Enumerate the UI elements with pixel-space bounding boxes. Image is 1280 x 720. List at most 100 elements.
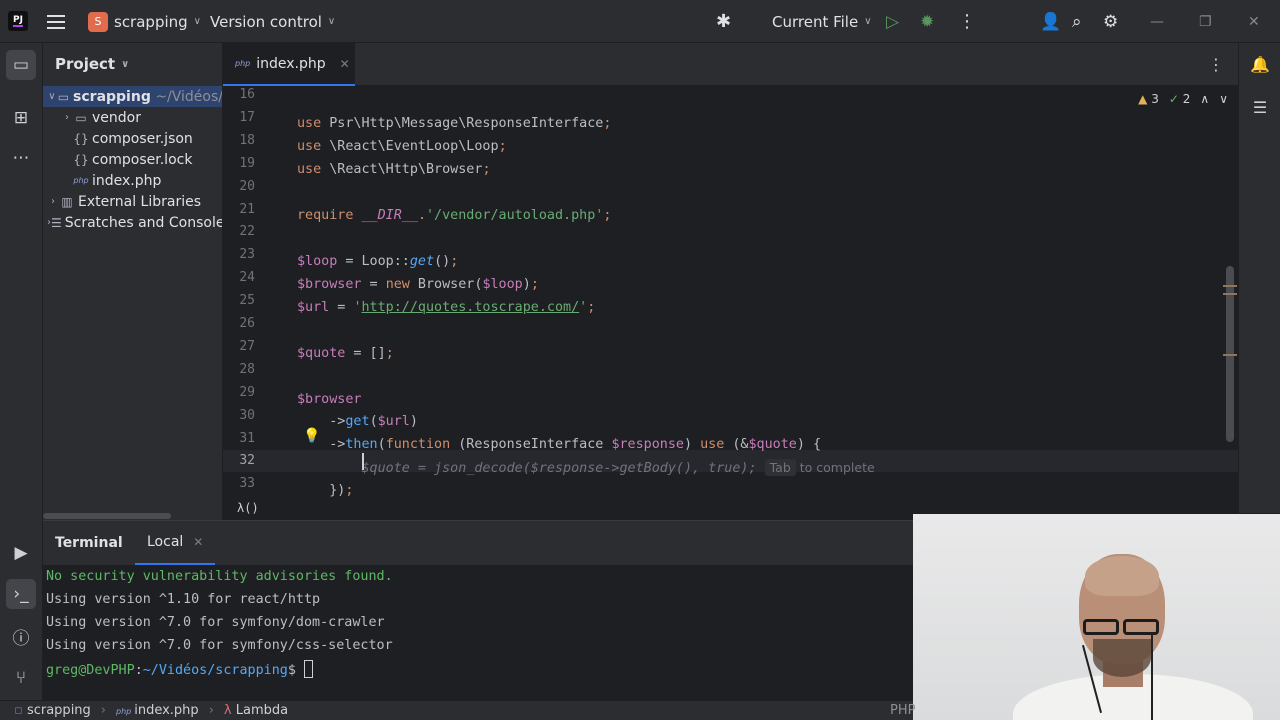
breadcrumb[interactable]: λ(): [237, 501, 259, 515]
line-number: 19: [239, 155, 255, 171]
maximize-icon[interactable]: ❐: [1199, 0, 1212, 43]
tree-item-external-libraries[interactable]: › ▥ External Libraries: [43, 191, 222, 212]
line-number: 31: [239, 430, 255, 446]
terminal-line: Using version ^7.0 for symfony/css-selec…: [46, 638, 393, 653]
completion-hint-text: to complete: [799, 460, 875, 475]
code-line: $loop = Loop::get();: [297, 254, 459, 269]
line-number: 22: [239, 224, 255, 240]
scratches-icon: ☰: [51, 215, 62, 230]
chevron-down-icon[interactable]: ∨: [1219, 92, 1228, 106]
tree-item-label: vendor: [92, 109, 141, 126]
project-panel-title: Project: [55, 55, 116, 73]
inspection-widget[interactable]: ▲ 3 ✓ 2 ∧ ∨: [1138, 92, 1228, 106]
chevron-down-icon: ∨: [193, 16, 201, 27]
code-line: use Psr\Http\Message\ResponseInterface;: [297, 116, 612, 131]
database-icon[interactable]: ☰: [1247, 94, 1273, 120]
tree-item-composer-json[interactable]: {} composer.json: [43, 128, 222, 149]
prompt-symbol: $: [287, 663, 296, 678]
git-icon[interactable]: ⑂: [6, 663, 36, 693]
breadcrumb-separator: ›: [100, 703, 106, 718]
run-config-selector[interactable]: Current File ∨: [772, 0, 872, 43]
status-language[interactable]: PHP: [890, 703, 915, 718]
close-tab-icon[interactable]: ✕: [340, 57, 350, 71]
terminal-prompt[interactable]: greg@DevPHP:~/Vidéos/scrapping$: [46, 660, 313, 678]
tree-item-label: External Libraries: [78, 193, 201, 210]
code-line: use \React\Http\Browser;: [297, 162, 491, 177]
terminal-icon[interactable]: ›_: [6, 579, 36, 609]
settings-icon[interactable]: ⚙: [1103, 0, 1118, 43]
chevron-down-icon: ∨: [864, 16, 872, 27]
line-number: 16: [239, 87, 255, 102]
breadcrumb-separator: ›: [208, 703, 214, 718]
horizontal-scrollbar[interactable]: [43, 513, 171, 519]
run-icon[interactable]: ▷: [886, 0, 899, 43]
scroll-marker: [1223, 285, 1237, 287]
earphone-cable: [1151, 634, 1153, 720]
structure-icon[interactable]: ⊞: [6, 103, 36, 133]
line-number: 26: [239, 316, 255, 331]
tree-item-index-php[interactable]: php index.php: [43, 170, 222, 191]
bug-icon[interactable]: ✱: [716, 0, 731, 43]
tree-item-vendor[interactable]: › ▭ vendor: [43, 107, 222, 128]
terminal-tab-local[interactable]: Local ✕: [135, 521, 216, 565]
php-icon: php: [73, 176, 89, 185]
line-number: 18: [239, 132, 255, 148]
services-icon[interactable]: ▶: [6, 538, 36, 568]
tree-root-scrapping[interactable]: ∨ ▭ scrapping ~/Vidéos/: [43, 86, 222, 107]
line-number: 24: [239, 270, 255, 286]
status-bar: ▫ scrapping › php index.php › λ Lambda PH…: [0, 700, 915, 720]
prompt-user: greg@DevPHP: [46, 663, 135, 678]
code-line: $url = 'http://quotes.toscrape.com/';: [297, 300, 596, 315]
more-tools-icon[interactable]: ⋯: [6, 143, 36, 173]
close-tab-icon[interactable]: ✕: [193, 535, 203, 549]
version-control-label: Version control: [210, 12, 322, 31]
more-icon[interactable]: ⋮: [958, 0, 976, 43]
status-item-lambda[interactable]: λ Lambda: [224, 703, 288, 718]
version-control-menu[interactable]: Version control ∨: [210, 0, 335, 43]
folder-icon: ▭: [75, 110, 87, 125]
tree-item-scratches[interactable]: › ☰ Scratches and Consoles: [43, 212, 223, 233]
code-editor[interactable]: 16 17 18 19 20 21 22 23 24 25 26 27 28 29 30 31 32 33 use…: [223, 86, 1238, 520]
json-icon: {}: [73, 131, 89, 146]
tab-key-badge: Tab: [764, 459, 796, 476]
line-number: 25: [239, 293, 255, 309]
main-menu-button[interactable]: [46, 0, 66, 43]
project-name: scrapping: [114, 12, 188, 31]
checkmark-icon: ✓: [1168, 92, 1179, 106]
project-tool-folder-icon[interactable]: ▭: [6, 50, 36, 80]
debug-icon[interactable]: ✹: [920, 0, 934, 43]
search-icon[interactable]: ⌕: [1072, 0, 1082, 43]
tree-item-label: index.php: [92, 172, 162, 189]
lightbulb-icon[interactable]: 💡: [303, 428, 320, 444]
code-line: $quote = [];: [297, 346, 394, 361]
line-number: 33: [239, 476, 255, 492]
chevron-right-icon: ›: [51, 196, 55, 207]
project-panel-header[interactable]: Project ∨: [55, 55, 129, 73]
status-item-project[interactable]: ▫ scrapping: [14, 703, 91, 718]
code-line: ->get($url): [297, 414, 418, 429]
php-icon: php: [116, 707, 132, 716]
chevron-up-icon[interactable]: ∧: [1200, 92, 1209, 106]
tab-index-php[interactable]: php index.php ✕: [223, 43, 355, 86]
problems-icon[interactable]: ⓘ: [6, 621, 36, 651]
terminal-header: Terminal Local ✕: [43, 521, 913, 565]
add-user-icon[interactable]: 👤: [1040, 0, 1061, 43]
warning-count: 3: [1151, 92, 1159, 106]
tree-root-label: scrapping: [73, 88, 151, 105]
status-item-file[interactable]: php index.php: [116, 703, 199, 718]
terminal-tab-label: Local: [147, 534, 184, 550]
json-icon: {}: [73, 152, 89, 167]
tree-item-composer-lock[interactable]: {} composer.lock: [43, 149, 222, 170]
phpstorm-logo-icon: PJ: [8, 11, 28, 31]
library-icon: ▥: [61, 194, 73, 209]
project-switcher[interactable]: S scrapping ∨: [88, 0, 201, 43]
close-icon[interactable]: ✕: [1248, 0, 1260, 43]
ok-count: 2: [1182, 92, 1191, 106]
minimize-icon[interactable]: —: [1150, 0, 1164, 43]
code-line: $browser = new Browser($loop);: [297, 277, 539, 292]
notifications-bell-icon[interactable]: 🔔: [1247, 51, 1273, 77]
terminal-line: Using version ^1.10 for react/http: [46, 592, 321, 607]
tree-item-label: Scratches and Consoles: [64, 214, 223, 231]
tabs-more-icon[interactable]: ⋮: [1208, 55, 1224, 74]
title-bar: PJ S scrapping ∨ Version control ∨ ✱ Cur…: [0, 0, 1280, 43]
